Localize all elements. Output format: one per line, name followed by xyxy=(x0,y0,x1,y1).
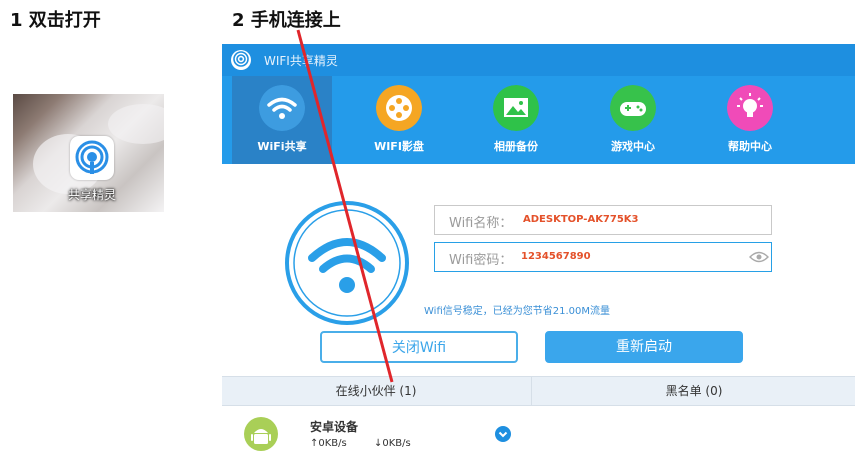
step-1-caption: 1 双击打开 xyxy=(10,10,101,31)
nav-label: 帮助中心 xyxy=(728,140,772,153)
title-bar[interactable]: WIFI共享精灵 xyxy=(222,44,855,76)
wifi-password-field[interactable]: Wifi密码： 1234567890 xyxy=(434,242,772,272)
nav-help-center[interactable]: 帮助中心 xyxy=(700,76,800,164)
lightbulb-icon xyxy=(727,85,773,131)
background-decoration xyxy=(108,104,164,144)
wifi-name-value: ADESKTOP-AK775K3 xyxy=(523,214,639,225)
tab-blacklist[interactable]: 黑名单 (0) xyxy=(531,377,855,405)
desktop-thumbnail: 共享精灵 xyxy=(13,94,164,212)
nav-label: WIFI影盘 xyxy=(374,140,424,153)
eye-icon[interactable] xyxy=(749,251,769,263)
tab-online-partners[interactable]: 在线小伙伴 (1) xyxy=(222,377,530,405)
status-message: Wifi信号稳定，已经为您节省21.00M流量 xyxy=(424,306,611,317)
photo-icon xyxy=(493,85,539,131)
wifi-genie-app-icon[interactable] xyxy=(70,136,114,180)
nav-label: 相册备份 xyxy=(494,140,538,153)
download-speed: ↓0KB/s xyxy=(374,438,411,449)
nav-label: WiFi共享 xyxy=(257,140,307,153)
nav-wifi-disk[interactable]: WIFI影盘 xyxy=(349,76,449,164)
step-2-caption: 2 手机连接上 xyxy=(232,10,341,31)
nav-label: 游戏中心 xyxy=(611,140,655,153)
wifi-password-value: 1234567890 xyxy=(521,251,591,262)
android-icon xyxy=(244,417,278,451)
wifi-name-field[interactable]: Wifi名称： ADESKTOP-AK775K3 xyxy=(434,205,772,235)
expand-device-button[interactable] xyxy=(495,426,511,442)
gamepad-icon xyxy=(610,85,656,131)
upload-speed: ↑0KB/s xyxy=(310,438,347,449)
restart-button[interactable]: 重新启动 xyxy=(545,331,743,363)
film-reel-icon xyxy=(376,85,422,131)
chevron-down-icon xyxy=(498,431,508,438)
nav-wifi-share[interactable]: WiFi共享 xyxy=(232,76,332,164)
wifi-password-label: Wifi密码： xyxy=(449,253,513,268)
wifi-signal-icon xyxy=(285,201,409,325)
device-tabs: 在线小伙伴 (1) 黑名单 (0) xyxy=(222,376,855,406)
wifi-icon xyxy=(259,85,305,131)
app-logo-icon xyxy=(231,50,251,70)
list-item: 安卓设备 ↑0KB/s ↓0KB/s xyxy=(222,406,855,466)
shortcut-label: 共享精灵 xyxy=(67,188,116,202)
device-name: 安卓设备 xyxy=(310,420,359,434)
wifi-name-label: Wifi名称： xyxy=(449,216,513,231)
main-navigation: WiFi共享 WIFI影盘 相册备份 游戏中心 帮助中心 xyxy=(222,76,855,164)
wifi-genie-window: WIFI共享精灵 WiFi共享 WIFI影盘 相册备份 游戏中心 帮助中心 Wi… xyxy=(222,44,855,470)
nav-game-center[interactable]: 游戏中心 xyxy=(583,76,683,164)
nav-album-backup[interactable]: 相册备份 xyxy=(466,76,566,164)
close-wifi-button[interactable]: 关闭Wifi xyxy=(320,331,518,363)
window-title: WIFI共享精灵 xyxy=(264,54,338,68)
